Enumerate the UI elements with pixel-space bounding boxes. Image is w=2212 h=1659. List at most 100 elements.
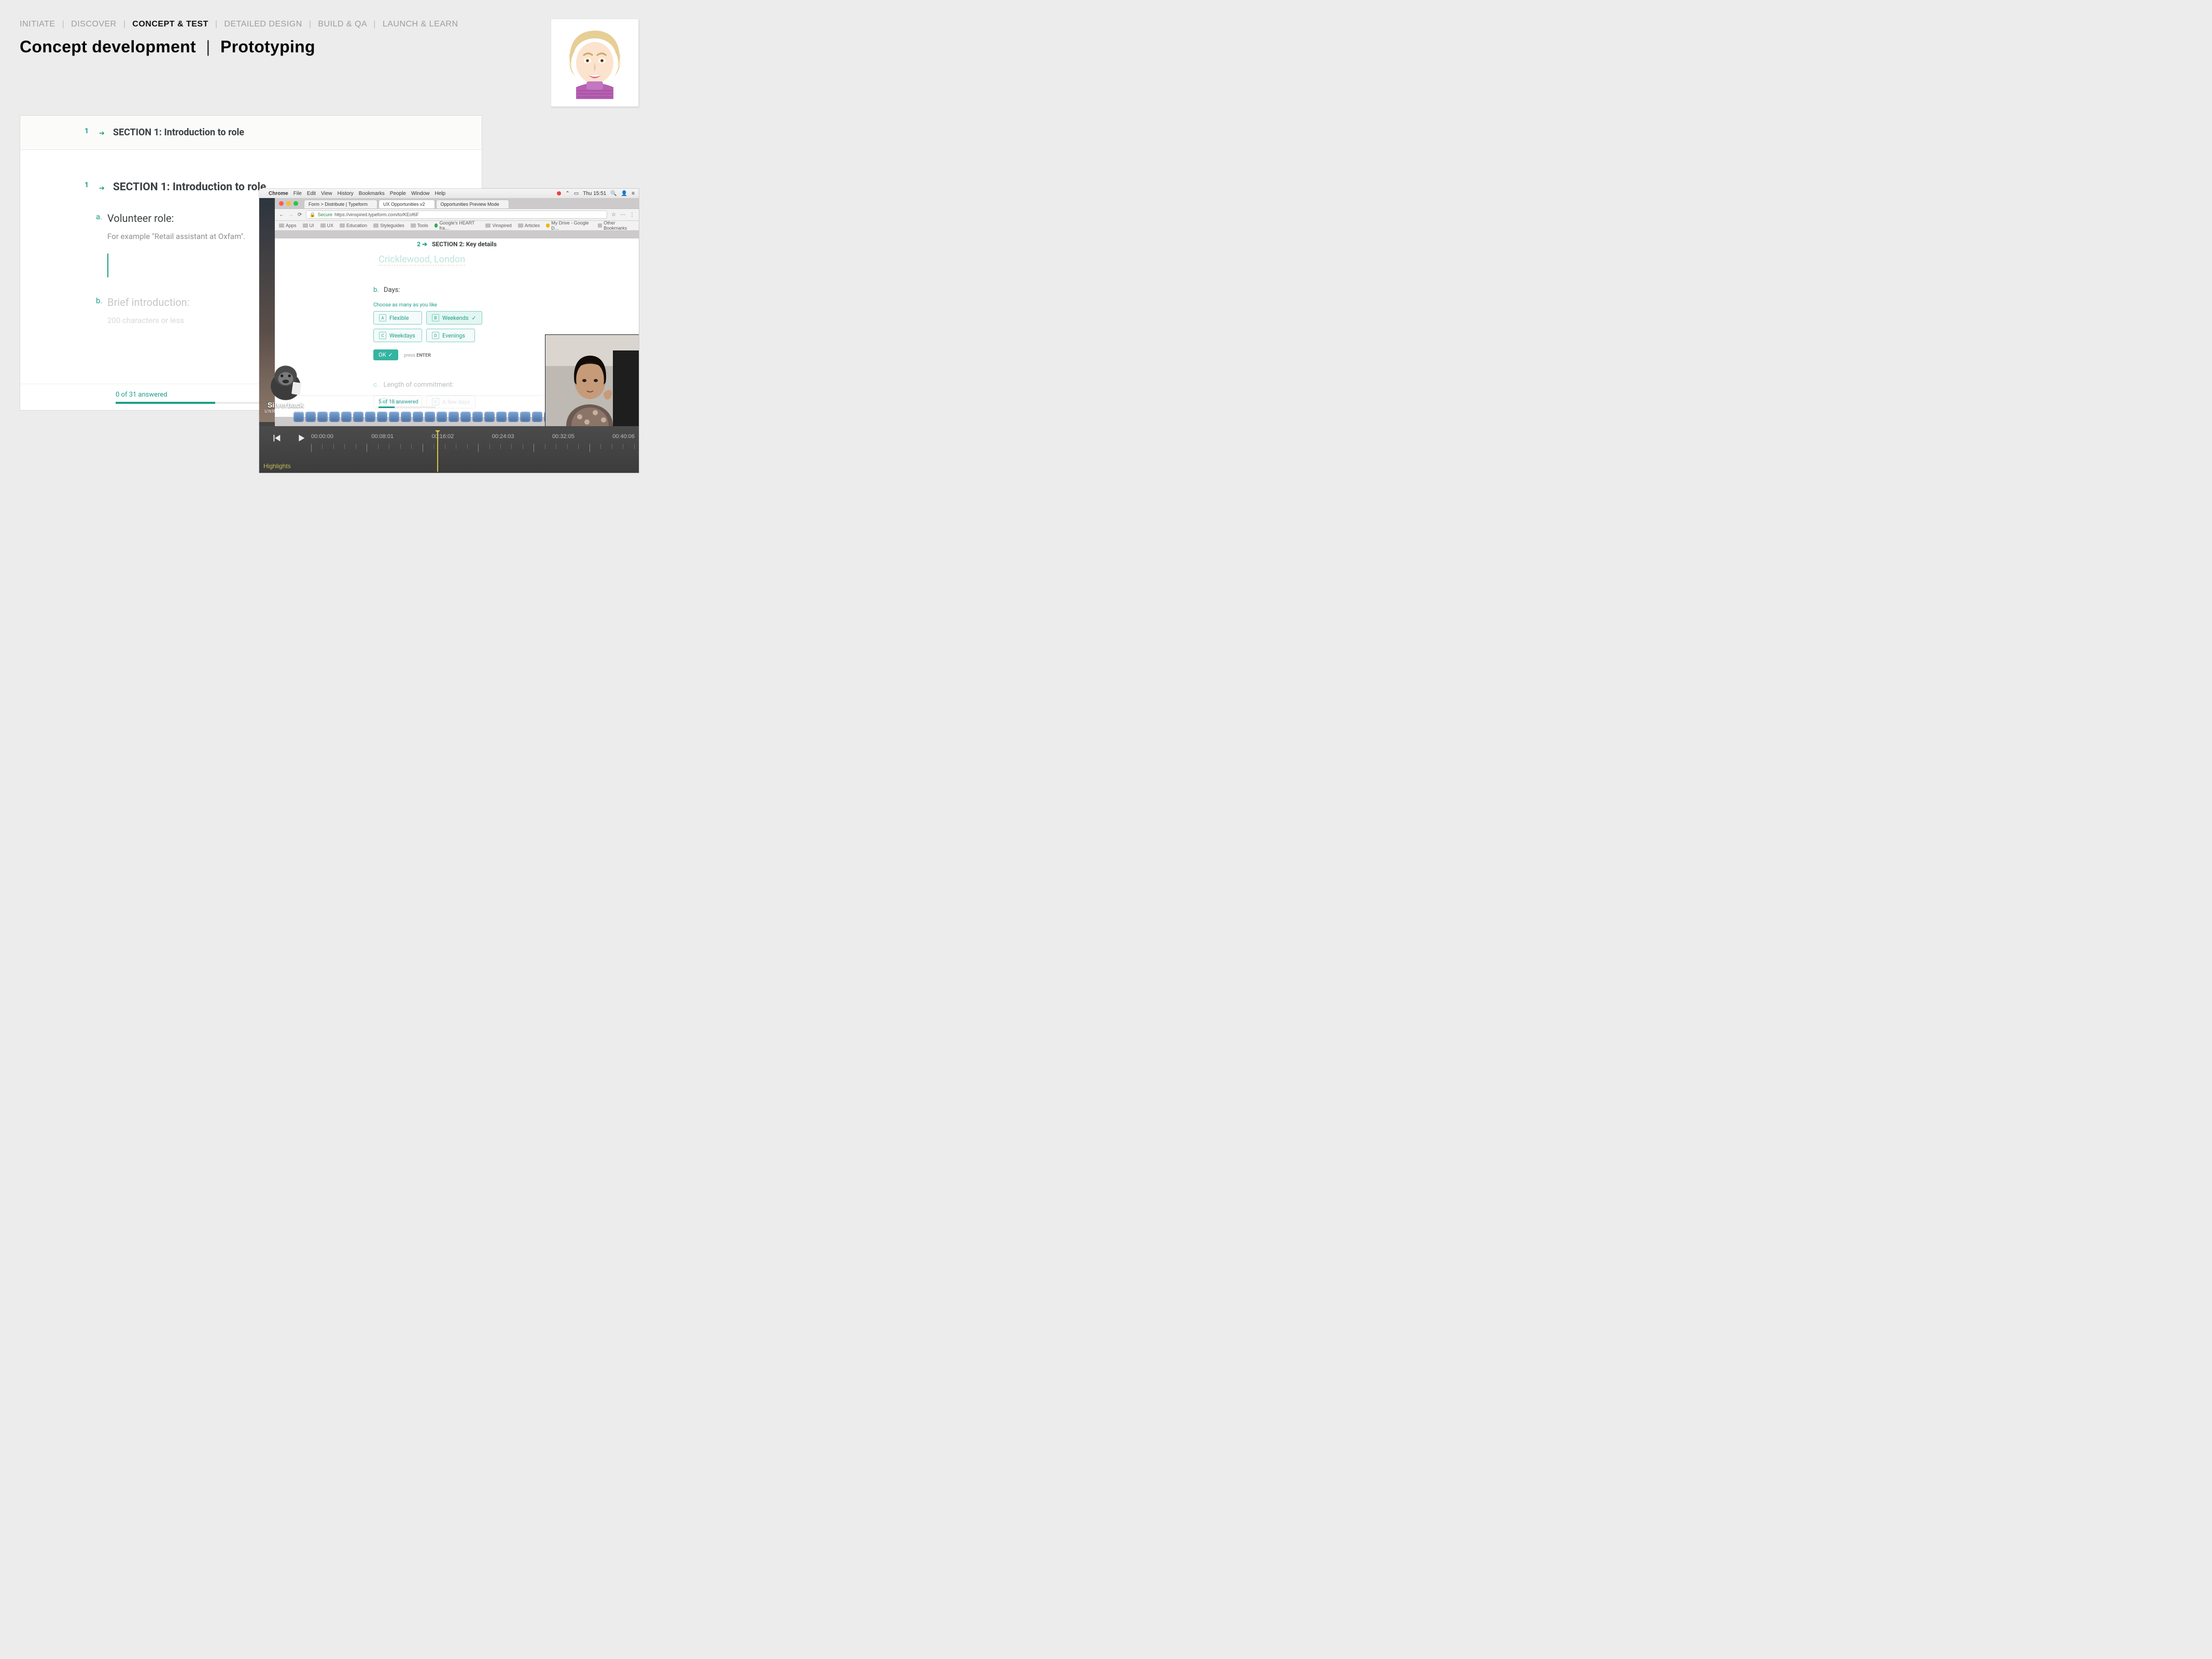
forward-icon[interactable]: → xyxy=(288,212,293,218)
bookmark-item[interactable]: Education xyxy=(340,223,367,228)
location-answer: Cricklewood, London xyxy=(379,254,465,265)
sub-letter: a. xyxy=(96,212,102,221)
bookmark-item[interactable]: Apps xyxy=(279,223,297,228)
mac-menubar: Chrome File Edit View History Bookmarks … xyxy=(259,189,639,199)
bookmark-item[interactable]: Vinspired xyxy=(485,223,511,228)
folder-icon xyxy=(373,223,379,228)
folder-icon xyxy=(598,223,603,228)
webcam-pip xyxy=(545,334,639,426)
bookmark-item[interactable]: Other Bookmarks xyxy=(598,220,635,231)
bookmark-item[interactable]: Google's HEART fra… xyxy=(435,220,480,231)
wifi-icon[interactable]: ⌃ xyxy=(565,191,569,196)
progress-bar xyxy=(379,406,436,408)
breadcrumb-item[interactable]: DISCOVER xyxy=(71,20,117,29)
address-bar[interactable]: 🔒 Secure https://vinspired.typeform.com/… xyxy=(306,210,607,219)
breadcrumb-item[interactable]: LAUNCH & LEARN xyxy=(383,20,458,29)
browser-tab-active[interactable]: UX Opportunities v2 xyxy=(379,200,435,208)
section-header: 2 ➔ SECTION 2: Key details xyxy=(275,238,639,248)
back-icon[interactable]: ← xyxy=(279,212,284,218)
key-badge: D xyxy=(432,332,439,339)
menu-item[interactable]: History xyxy=(338,191,354,196)
key-badge: B xyxy=(432,314,439,321)
option-weekdays[interactable]: CWeekdays xyxy=(373,329,422,342)
option-weekends[interactable]: BWeekends xyxy=(426,311,482,325)
check-icon: ✓ xyxy=(388,352,393,358)
battery-icon[interactable]: ▭ xyxy=(574,191,579,196)
bookmark-item[interactable]: Tools xyxy=(411,223,428,228)
folder-icon xyxy=(279,223,284,228)
highlights-label[interactable]: Highlights xyxy=(263,462,291,470)
breadcrumb-item-active[interactable]: CONCEPT & TEST xyxy=(132,20,208,29)
menu-item[interactable]: People xyxy=(390,191,406,196)
question-title: SECTION 1: Introduction to role xyxy=(113,181,266,193)
folder-icon xyxy=(340,223,345,228)
timeline-ticks xyxy=(311,444,635,453)
play-icon[interactable] xyxy=(296,432,307,444)
breadcrumb-item[interactable]: BUILD & QA xyxy=(318,20,367,29)
reload-icon[interactable]: ⟳ xyxy=(298,212,302,218)
menu-item[interactable]: Help xyxy=(435,191,446,196)
folder-icon xyxy=(485,223,491,228)
skip-start-icon[interactable] xyxy=(271,432,282,444)
menu-item[interactable]: Window xyxy=(411,191,430,196)
menu-item[interactable]: View xyxy=(321,191,332,196)
user-icon[interactable]: 👤 xyxy=(621,191,627,196)
secure-label: Secure xyxy=(318,212,333,217)
sub-label: Days: xyxy=(384,286,400,294)
menu-item[interactable]: Bookmarks xyxy=(359,191,385,196)
breadcrumb-item[interactable]: DETAILED DESIGN xyxy=(224,20,302,29)
menu-app[interactable]: Chrome xyxy=(269,191,288,196)
playhead[interactable] xyxy=(437,432,438,472)
sub-label: Length of commitment: xyxy=(383,381,453,389)
close-icon[interactable] xyxy=(279,201,284,206)
browser-tab[interactable]: Form > Distribute | Typeform xyxy=(304,200,377,208)
extensions-icon[interactable]: ⋯ xyxy=(620,212,625,218)
spotlight-icon[interactable]: 🔍 xyxy=(610,191,617,196)
options-group: AFlexible BWeekends CWeekdays DEvenings xyxy=(373,311,524,342)
ok-button[interactable]: OK ✓ xyxy=(373,349,398,360)
sub-letter: b. xyxy=(373,286,379,294)
title-right: Prototyping xyxy=(220,37,315,56)
separator: | xyxy=(215,20,218,29)
bookmark-item[interactable]: UX xyxy=(320,223,334,228)
separator: | xyxy=(206,37,211,56)
progress-text: 5 of 18 answered xyxy=(379,399,418,405)
option-evenings[interactable]: DEvenings xyxy=(426,329,475,342)
ok-hint: press ENTER xyxy=(404,353,431,358)
separator: | xyxy=(373,20,376,29)
menu-item[interactable]: Edit xyxy=(307,191,316,196)
arrow-icon: ➔ xyxy=(99,130,105,137)
bookmark-item[interactable]: Articles xyxy=(518,223,540,228)
gorilla-icon xyxy=(262,357,309,404)
bookmarks-bar[interactable]: Apps UI UX Education Styleguides Tools G… xyxy=(275,221,639,231)
arrow-icon: ➔ xyxy=(99,185,105,192)
breadcrumb-item[interactable]: INITIATE xyxy=(20,20,55,29)
bookmark-item[interactable]: My Drive - Google D… xyxy=(546,220,591,231)
option-flexible[interactable]: AFlexible xyxy=(373,311,422,325)
progress-bar xyxy=(116,402,282,404)
page-title: Concept development | Prototyping xyxy=(20,37,315,57)
chrome-menu-icon[interactable]: ⋮ xyxy=(629,212,635,218)
browser-tab[interactable]: Opportunities Preview Mode xyxy=(436,200,509,208)
text-input-caret[interactable] xyxy=(107,254,108,277)
chrome-tabstrip[interactable]: Form > Distribute | Typeform UX Opportun… xyxy=(275,198,639,208)
section-title: SECTION 1: Introduction to role xyxy=(113,127,244,138)
breadcrumb: INITIATE | DISCOVER | CONCEPT & TEST | D… xyxy=(20,20,458,29)
section-header: 1 ➔ SECTION 1: Introduction to role xyxy=(20,116,482,150)
minimize-icon[interactable] xyxy=(286,201,291,206)
timestamp: 00:08:01 xyxy=(371,433,394,440)
favicon-icon xyxy=(435,223,438,228)
menu-item[interactable]: File xyxy=(293,191,302,196)
sub-letter: c. xyxy=(373,381,379,389)
key-badge: C xyxy=(379,332,386,339)
folder-icon xyxy=(518,223,523,228)
zoom-icon[interactable] xyxy=(293,201,298,206)
question-number: 1 xyxy=(85,181,89,189)
bookmark-item[interactable]: UI xyxy=(303,223,314,228)
timeline[interactable]: 00:00:00 00:08:01 00:16:02 00:24:03 00:3… xyxy=(311,431,635,456)
silverback-branding: Silverback UNREGISTERED xyxy=(262,357,309,414)
notification-center-icon[interactable]: ≡ xyxy=(632,191,635,196)
bookmark-item[interactable]: Styleguides xyxy=(373,223,404,228)
window-traffic-lights[interactable] xyxy=(279,201,298,206)
star-icon[interactable]: ☆ xyxy=(611,212,616,218)
